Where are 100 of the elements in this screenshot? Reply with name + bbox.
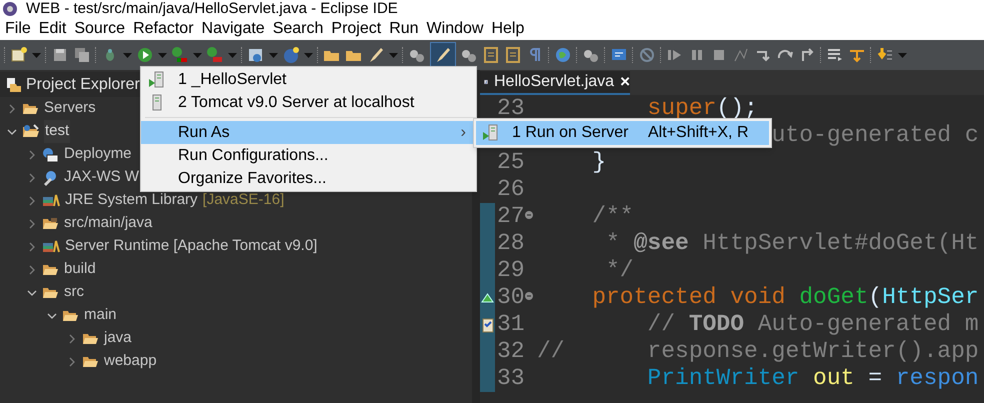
tree-item[interactable]: test — [44, 120, 70, 143]
tree-item[interactable]: JAX-WS W — [63, 166, 140, 189]
task-icon[interactable] — [482, 316, 494, 332]
tree-item[interactable]: Servers — [43, 97, 97, 120]
brush-icon[interactable] — [367, 46, 385, 64]
tree-item[interactable]: JRE System Library [JavaSE-16] — [64, 189, 286, 212]
dropdown-caret-icon[interactable] — [228, 52, 237, 58]
dropdown-caret-icon[interactable] — [193, 52, 202, 58]
menu-item[interactable]: Navigate — [198, 16, 269, 40]
menu-item[interactable]: Edit — [34, 16, 70, 40]
coverage-run-icon[interactable] — [171, 46, 189, 64]
source-folder-icon — [42, 216, 59, 230]
server-launch-icon — [482, 124, 500, 142]
menu-item[interactable]: Organize Favorites... — [141, 167, 476, 190]
collapsed-chevron-icon[interactable] — [7, 104, 17, 114]
collapsed-chevron-icon[interactable] — [27, 150, 37, 160]
collapsed-chevron-icon[interactable] — [27, 218, 37, 228]
line-number: 23 — [497, 95, 525, 122]
code-line: // response.getWriter().app — [537, 338, 979, 365]
folder-icon — [82, 354, 99, 368]
tree-item[interactable]: java — [103, 327, 133, 350]
window-title: WEB - test/src/main/java/HelloServlet.java - Eclipse IDE — [26, 0, 398, 17]
menu-item[interactable]: Help — [487, 16, 528, 40]
run-icon[interactable] — [136, 46, 154, 64]
tree-item[interactable]: src/main/java — [63, 212, 154, 235]
line-number: 27 — [497, 203, 525, 230]
document-icon[interactable] — [504, 46, 522, 64]
dropdown-caret-icon[interactable] — [304, 52, 313, 58]
line-number: 28 — [497, 230, 525, 257]
line-number: 26 — [497, 176, 525, 203]
code-line: PrintWriter out = respon — [647, 365, 979, 392]
save-icon[interactable] — [51, 46, 69, 64]
line-number: 31 — [497, 311, 525, 338]
code-line: protected void doGet(HttpSer — [592, 284, 979, 311]
code-line: } — [592, 149, 606, 176]
collapsed-chevron-icon[interactable] — [27, 264, 37, 274]
drop-to-frame-icon[interactable] — [826, 46, 844, 64]
expanded-chevron-icon[interactable] — [27, 288, 37, 298]
menu-item[interactable]: Source — [70, 16, 130, 40]
disconnect-icon[interactable] — [732, 46, 750, 64]
editor-tab[interactable]: HelloServlet.java × — [480, 71, 630, 95]
override-triangle-icon[interactable] — [481, 292, 494, 302]
library-icon — [42, 194, 60, 208]
new-servlet-icon[interactable] — [282, 46, 300, 64]
expanded-chevron-icon[interactable] — [7, 126, 17, 136]
library-icon — [42, 240, 60, 254]
folder-icon — [82, 332, 99, 346]
dropdown-caret-icon[interactable] — [32, 52, 41, 58]
collapsed-chevron-icon[interactable] — [67, 334, 77, 344]
tree-item[interactable]: build — [63, 258, 97, 281]
tree-item[interactable]: src — [63, 281, 85, 304]
line-number: 30 — [497, 284, 525, 311]
menu-item[interactable]: Run Configurations... — [141, 144, 476, 167]
line-number: 32 — [497, 338, 525, 365]
collapsed-chevron-icon[interactable] — [27, 172, 37, 182]
dropdown-caret-icon[interactable] — [389, 52, 398, 58]
code-line: uto-generated c — [772, 122, 979, 149]
dropdown-caret-icon[interactable] — [123, 52, 132, 58]
brush-icon[interactable] — [434, 46, 452, 64]
expanded-chevron-icon[interactable] — [47, 310, 57, 320]
tree-item[interactable]: Deployme — [63, 143, 133, 166]
menu-item[interactable]: Refactor — [129, 16, 198, 40]
fold-toggle-icon[interactable] — [525, 292, 533, 300]
collapsed-chevron-icon[interactable] — [27, 242, 37, 252]
deployment-descriptor-icon — [42, 146, 59, 162]
save-all-icon[interactable] — [73, 46, 91, 64]
line-number: 25 — [497, 149, 525, 176]
menu-item[interactable]: Run — [385, 16, 423, 40]
server-launch-icon — [148, 70, 166, 88]
close-tab-button[interactable]: × — [620, 69, 630, 95]
tree-item[interactable]: main — [83, 304, 118, 327]
dropdown-caret-icon[interactable] — [269, 52, 278, 58]
tree-item[interactable]: Server Runtime [Apache Tomcat v9.0] — [64, 235, 318, 258]
tree-item[interactable]: webapp — [103, 350, 158, 373]
line-number: 33 — [497, 365, 525, 392]
dropdown-caret-icon[interactable] — [158, 52, 167, 58]
folder-icon — [42, 262, 59, 276]
folder-icon — [22, 102, 39, 116]
menu-item[interactable]: 1 Run on Server Alt+Shift+X, R — [476, 121, 769, 145]
tree-item-decoration: [JavaSE-16] — [202, 190, 284, 210]
document-icon[interactable] — [482, 46, 500, 64]
menu-item[interactable]: File — [1, 16, 35, 40]
code-line: // TODO Auto-generated m — [647, 311, 979, 338]
new-server-icon[interactable] — [247, 46, 265, 64]
collapsed-chevron-icon[interactable] — [67, 356, 77, 366]
project-folder-icon — [22, 124, 40, 139]
menu-item[interactable]: Search — [268, 16, 328, 40]
fold-toggle-icon[interactable] — [525, 211, 533, 219]
menu-item[interactable]: Project — [327, 16, 386, 40]
new-file-icon[interactable] — [10, 46, 28, 64]
folder-icon — [62, 308, 79, 322]
menu-item[interactable]: Run As › — [141, 121, 476, 144]
collapsed-chevron-icon[interactable] — [27, 196, 37, 206]
toggle-button[interactable] — [430, 42, 456, 68]
menu-item[interactable]: Window — [422, 16, 488, 40]
tree-item-label: JRE System Library — [65, 190, 198, 210]
external-tools-icon[interactable] — [206, 46, 224, 64]
dropdown-caret-icon[interactable] — [898, 52, 907, 58]
globe-icon[interactable] — [554, 46, 572, 64]
skip-breakpoints-icon[interactable] — [638, 46, 656, 64]
